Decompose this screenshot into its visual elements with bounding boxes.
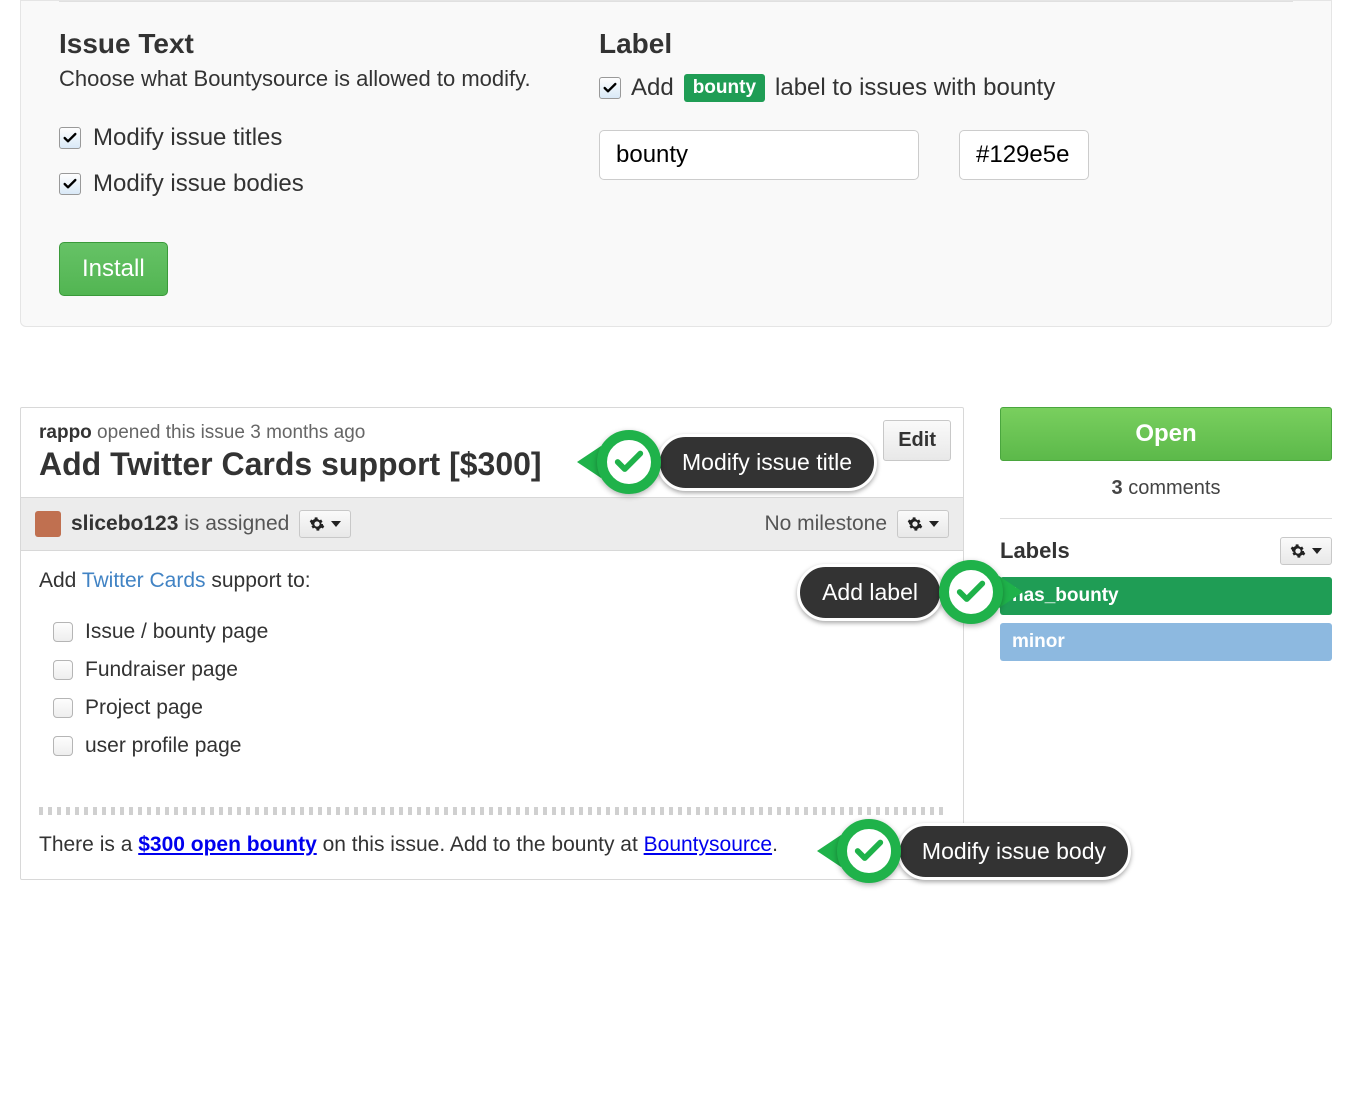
milestone-gear-dropdown[interactable] xyxy=(897,510,949,538)
check-badge xyxy=(939,560,1003,624)
assigned-text: is assigned xyxy=(178,512,289,535)
label-color-input[interactable] xyxy=(959,130,1089,180)
assignee-gear-dropdown[interactable] xyxy=(299,510,351,538)
checkbox-add-label[interactable] xyxy=(599,77,621,99)
caret-down-icon xyxy=(331,521,341,527)
labels-gear-dropdown[interactable] xyxy=(1280,537,1332,565)
task-checkbox[interactable] xyxy=(53,698,73,718)
add-label-prefix: Add xyxy=(631,74,674,102)
task-label: Issue / bounty page xyxy=(85,620,268,644)
task-checkbox[interactable] xyxy=(53,660,73,680)
avatar xyxy=(35,511,61,537)
bounty-badge: bounty xyxy=(684,74,765,102)
caret-down-icon xyxy=(1312,548,1322,554)
edit-button[interactable]: Edit xyxy=(883,420,951,461)
panel-divider xyxy=(59,1,1293,2)
callout-modify-body: Modify issue body xyxy=(817,819,1131,883)
issue-text-heading: Issue Text xyxy=(59,28,539,60)
task-checkbox[interactable] xyxy=(53,736,73,756)
check-badge xyxy=(597,430,661,494)
label-heading: Label xyxy=(599,28,1293,60)
twitter-cards-link[interactable]: Twitter Cards xyxy=(82,569,206,592)
checkbox-modify-bodies[interactable] xyxy=(59,173,81,195)
task-checkbox[interactable] xyxy=(53,622,73,642)
check-icon xyxy=(62,176,78,192)
checkbox-modify-titles[interactable] xyxy=(59,127,81,149)
callout-label: Modify issue body xyxy=(897,823,1131,880)
sidebar-divider xyxy=(1000,518,1332,519)
check-badge xyxy=(837,819,901,883)
gear-icon xyxy=(309,516,325,532)
label-minor[interactable]: minor xyxy=(1000,623,1332,661)
issue-card: rappo opened this issue 3 months ago Add… xyxy=(20,407,964,880)
checkbox-label: Modify issue titles xyxy=(93,124,282,152)
gear-icon xyxy=(907,516,923,532)
label-has-bounty[interactable]: has_bounty xyxy=(1000,577,1332,615)
check-icon xyxy=(602,80,618,96)
check-icon xyxy=(62,130,78,146)
issue-text-desc: Choose what Bountysource is allowed to m… xyxy=(59,66,539,92)
callout-add-label: Add label xyxy=(797,560,1023,624)
body-suffix: support to: xyxy=(206,569,311,592)
bounty-amount-link[interactable]: $300 open bounty xyxy=(138,833,317,856)
callout-modify-title: Modify issue title xyxy=(577,430,877,494)
callout-label: Modify issue title xyxy=(657,434,877,491)
list-item: user profile page xyxy=(53,727,945,765)
label-name-input[interactable] xyxy=(599,130,919,180)
opened-rest: opened this issue 3 months ago xyxy=(92,422,366,443)
caret-down-icon xyxy=(929,521,939,527)
task-label: user profile page xyxy=(85,734,241,758)
body-prefix: Add xyxy=(39,569,82,592)
preview-area: rappo opened this issue 3 months ago Add… xyxy=(20,407,1332,880)
task-label: Fundraiser page xyxy=(85,658,238,682)
add-label-suffix: label to issues with bounty xyxy=(775,74,1055,102)
assign-bar: slicebo123 is assigned No milestone xyxy=(21,497,963,551)
list-item: Fundraiser page xyxy=(53,651,945,689)
task-label: Project page xyxy=(85,696,203,720)
check-icon xyxy=(612,445,646,479)
opened-user: rappo xyxy=(39,422,92,443)
settings-panel: Issue Text Choose what Bountysource is a… xyxy=(20,0,1332,327)
check-icon xyxy=(954,575,988,609)
callout-label: Add label xyxy=(797,564,943,621)
list-item: Project page xyxy=(53,689,945,727)
bountysource-link[interactable]: Bountysource xyxy=(644,833,772,856)
assignee-name: slicebo123 xyxy=(71,512,178,535)
open-status-badge: Open xyxy=(1000,407,1332,461)
gear-icon xyxy=(1290,543,1306,559)
no-milestone-text: No milestone xyxy=(764,512,887,536)
separator xyxy=(39,807,945,815)
todo-list: Issue / bounty page Fundraiser page Proj… xyxy=(53,613,945,765)
install-button[interactable]: Install xyxy=(59,242,168,296)
checkbox-label: Modify issue bodies xyxy=(93,170,304,198)
issue-sidebar: Open 3 comments Labels has_bounty minor xyxy=(1000,407,1332,880)
check-icon xyxy=(852,834,886,868)
comments-count: 3 comments xyxy=(1000,477,1332,500)
